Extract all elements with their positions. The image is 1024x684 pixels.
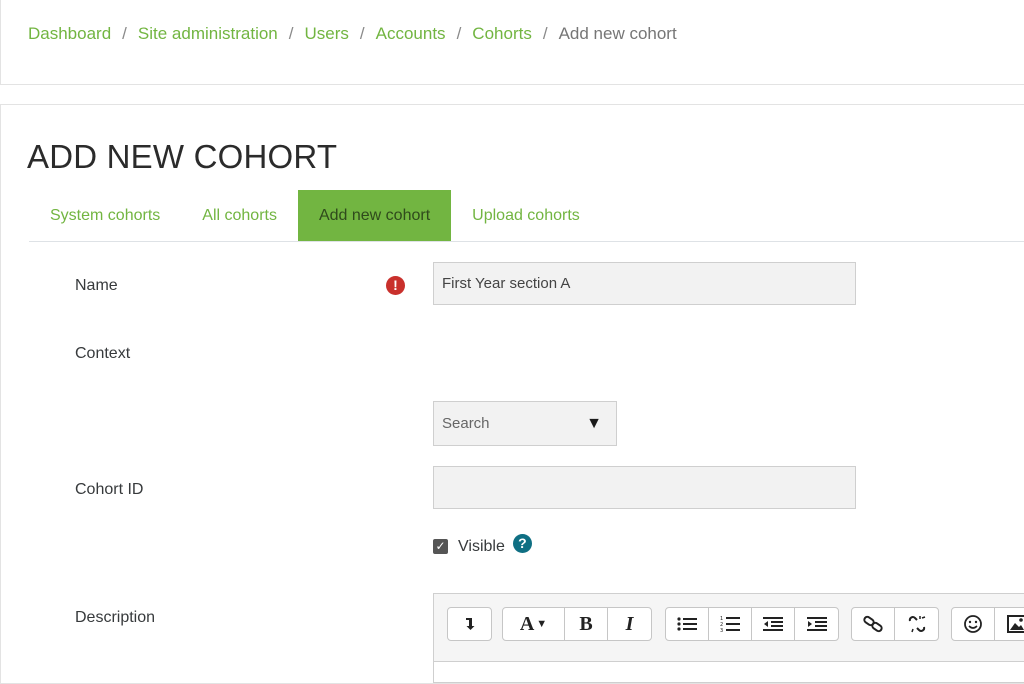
name-label: Name bbox=[75, 277, 118, 295]
breadcrumb-current: Add new cohort bbox=[559, 24, 677, 44]
breadcrumb: Dashboard / Site administration / Users … bbox=[28, 24, 677, 44]
breadcrumb-users[interactable]: Users bbox=[304, 24, 348, 44]
tab-add-new-cohort[interactable]: Add new cohort bbox=[298, 190, 451, 241]
unordered-list-icon[interactable] bbox=[666, 608, 709, 640]
italic-icon[interactable]: I bbox=[608, 608, 651, 640]
toolbar-group-collapse bbox=[447, 607, 492, 641]
emoji-icon[interactable] bbox=[952, 608, 995, 640]
toolbar-group-links bbox=[851, 607, 939, 641]
breadcrumb-accounts[interactable]: Accounts bbox=[376, 24, 446, 44]
context-label: Context bbox=[75, 345, 130, 363]
indent-icon[interactable] bbox=[795, 608, 838, 640]
cohort-id-label: Cohort ID bbox=[75, 481, 143, 499]
context-search-select[interactable]: Search ▼ bbox=[433, 401, 617, 446]
tab-all-cohorts[interactable]: All cohorts bbox=[181, 190, 298, 241]
visible-row: ✓ Visible ? bbox=[433, 537, 532, 556]
paragraph-style-icon[interactable]: A▼ bbox=[503, 608, 565, 640]
description-textarea[interactable] bbox=[434, 661, 1024, 682]
description-label: Description bbox=[75, 609, 155, 627]
toolbar-group-lists: 123 bbox=[665, 607, 839, 641]
unlink-icon[interactable] bbox=[895, 608, 938, 640]
cohort-id-input[interactable] bbox=[433, 466, 856, 509]
exclamation-circle-icon: ! bbox=[386, 276, 405, 295]
breadcrumb-separator: / bbox=[289, 24, 294, 44]
tab-system-cohorts[interactable]: System cohorts bbox=[29, 190, 181, 241]
caret-down-icon: ▼ bbox=[586, 415, 602, 433]
toolbar-group-media bbox=[951, 607, 1024, 641]
breadcrumb-separator: / bbox=[360, 24, 365, 44]
collapse-icon[interactable] bbox=[448, 608, 491, 640]
outdent-icon[interactable] bbox=[752, 608, 795, 640]
tab-upload-cohorts[interactable]: Upload cohorts bbox=[451, 190, 601, 241]
breadcrumb-site-administration[interactable]: Site administration bbox=[138, 24, 278, 44]
question-circle-icon[interactable]: ? bbox=[513, 534, 532, 553]
page-title: ADD NEW COHORT bbox=[27, 138, 337, 176]
visible-label: Visible bbox=[458, 538, 505, 556]
cohort-tabs: System cohorts All cohorts Add new cohor… bbox=[29, 190, 1024, 242]
breadcrumb-separator: / bbox=[543, 24, 548, 44]
breadcrumb-dashboard[interactable]: Dashboard bbox=[28, 24, 111, 44]
svg-text:3: 3 bbox=[720, 628, 723, 633]
breadcrumb-separator: / bbox=[122, 24, 127, 44]
bold-icon[interactable]: B bbox=[565, 608, 608, 640]
context-search-placeholder: Search bbox=[442, 415, 490, 432]
image-icon[interactable] bbox=[995, 608, 1024, 640]
description-editor: A▼ B I 123 bbox=[433, 593, 1024, 683]
breadcrumb-cohorts[interactable]: Cohorts bbox=[472, 24, 532, 44]
visible-checkbox[interactable]: ✓ bbox=[433, 539, 448, 554]
link-icon[interactable] bbox=[852, 608, 895, 640]
toolbar-group-text: A▼ B I bbox=[502, 607, 652, 641]
name-input[interactable] bbox=[433, 262, 856, 305]
breadcrumb-separator: / bbox=[457, 24, 462, 44]
breadcrumb-bar: Dashboard / Site administration / Users … bbox=[0, 0, 1024, 85]
ordered-list-icon[interactable]: 123 bbox=[709, 608, 752, 640]
